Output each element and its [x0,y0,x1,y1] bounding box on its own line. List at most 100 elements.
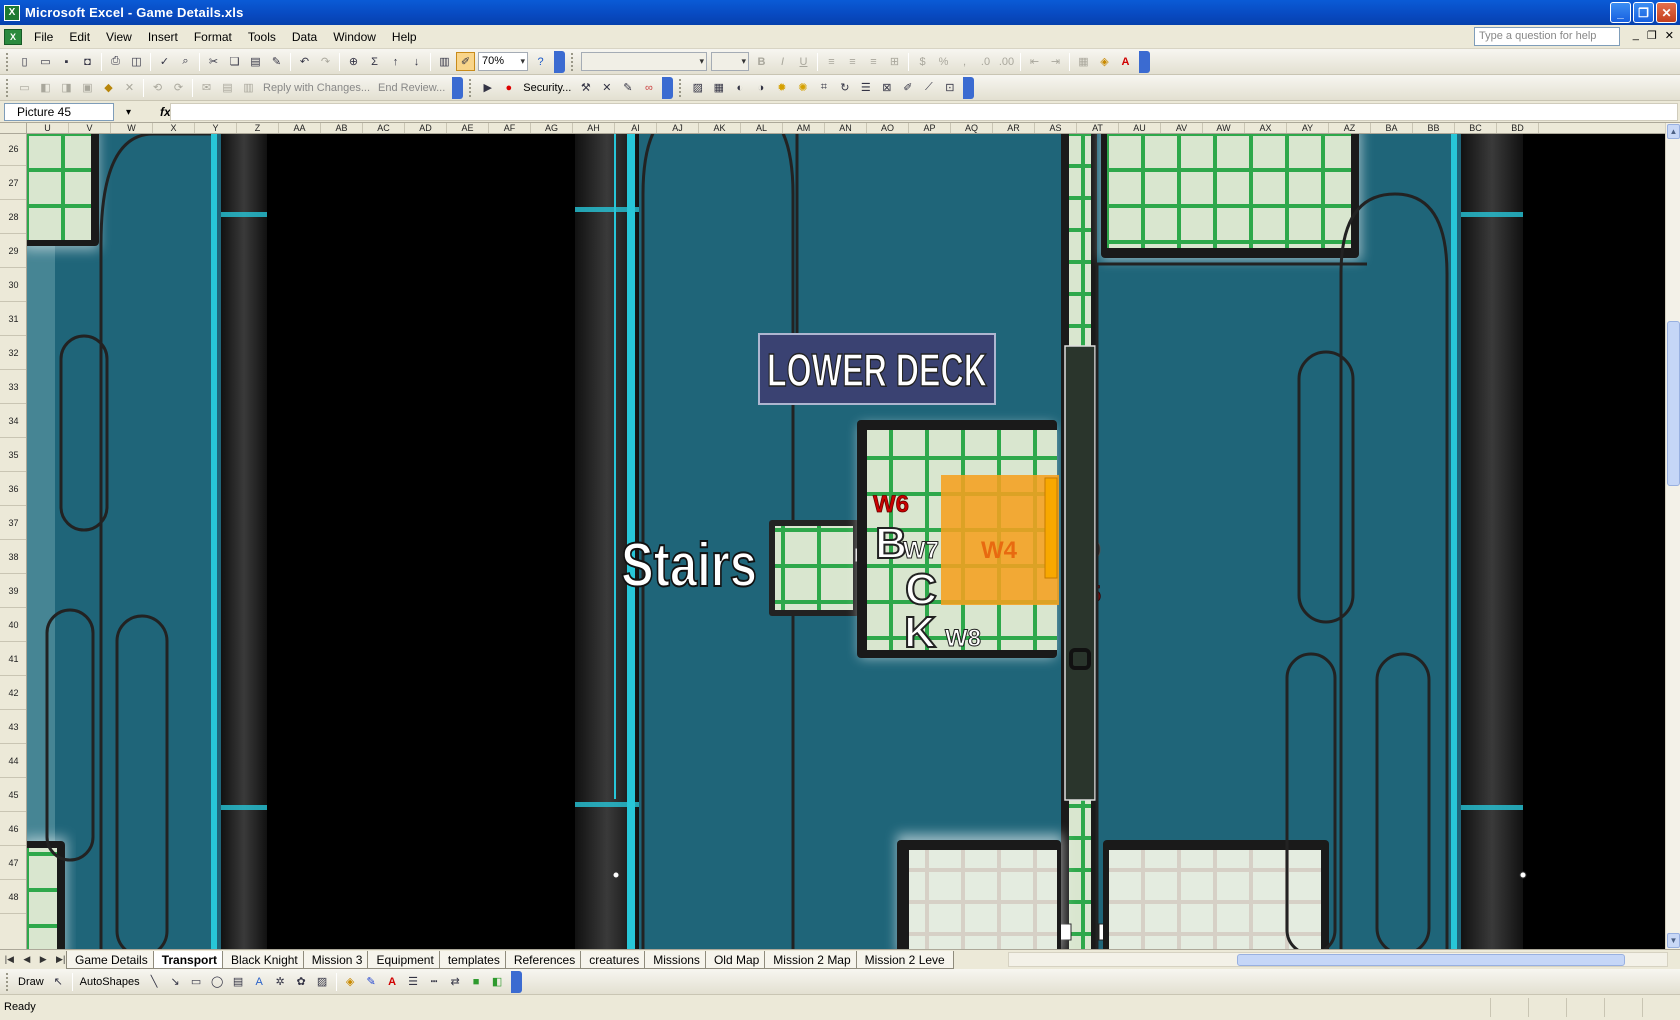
diagram-icon[interactable]: ✲ [271,972,290,991]
map-picture[interactable]: LOWER DECK Stairs B C K W6 W7 W4 W9 W5 W… [27,134,1665,949]
menu-window[interactable]: Window [325,27,384,47]
column-header[interactable]: AG [531,123,573,133]
sheet-tab-mission-3[interactable]: Mission 3 [302,950,372,969]
toolbar-grip[interactable] [6,52,10,71]
worksheet-grid[interactable]: LOWER DECK Stairs B C K W6 W7 W4 W9 W5 W… [27,134,1665,949]
toolbar-grip[interactable] [679,78,683,97]
toolbar-options-icon[interactable] [510,970,522,993]
new-comment-icon[interactable]: ▭ [15,78,34,97]
column-header[interactable]: AI [615,123,657,133]
print-icon[interactable]: ⎙ [106,52,125,71]
delete-comment-icon[interactable]: ✕ [120,78,139,97]
vb-editor-icon[interactable]: ⚒ [576,78,595,97]
column-header[interactable]: AS [1035,123,1077,133]
row-header[interactable]: 33 [0,370,26,404]
insert-picture-icon[interactable]: ▨ [688,78,707,97]
row-header[interactable]: 44 [0,744,26,778]
column-header[interactable]: AK [699,123,741,133]
new-icon[interactable]: ▯ [15,52,34,71]
more-brightness-icon[interactable]: ✹ [772,78,791,97]
hyperlink-icon[interactable]: ⊕ [344,52,363,71]
font-name-select[interactable] [581,52,707,71]
workbook-icon[interactable]: X [4,28,22,45]
track-changes-icon[interactable]: ⟲ [148,78,167,97]
column-header[interactable]: AQ [951,123,993,133]
script-editor-icon[interactable]: ∞ [639,78,658,97]
update-file-icon[interactable]: ⟳ [169,78,188,97]
select-all-corner[interactable] [0,123,27,133]
column-header[interactable]: Z [237,123,279,133]
restore-button[interactable]: ❐ [1633,2,1654,23]
column-header[interactable]: BC [1455,123,1497,133]
row-header[interactable]: 36 [0,472,26,506]
sheet-tab-transport[interactable]: Transport [152,950,227,969]
column-header[interactable]: AD [405,123,447,133]
column-header[interactable]: AZ [1329,123,1371,133]
help-search-input[interactable]: Type a question for help [1474,27,1620,46]
crop-icon[interactable]: ⌗ [814,78,833,97]
run-macro-icon[interactable]: ▶ [478,78,497,97]
toolbar-grip[interactable] [469,78,473,97]
last-sheet-icon[interactable]: ▶| [56,954,65,965]
zoom-select[interactable]: 70% [478,52,528,71]
row-header[interactable]: 40 [0,608,26,642]
save-icon[interactable]: ▪ [57,52,76,71]
format-painter-icon[interactable]: ✎ [267,52,286,71]
menu-insert[interactable]: Insert [140,27,186,47]
toolbar-grip[interactable] [6,972,10,991]
column-header[interactable]: V [69,123,111,133]
column-header[interactable]: AH [573,123,615,133]
column-header[interactable]: AF [489,123,531,133]
column-header[interactable]: AJ [657,123,699,133]
menu-view[interactable]: View [98,27,140,47]
column-header[interactable]: AB [321,123,363,133]
autosum-icon[interactable]: Σ [365,52,384,71]
paste-icon[interactable]: ▤ [246,52,265,71]
less-brightness-icon[interactable]: ✺ [793,78,812,97]
menu-format[interactable]: Format [186,27,240,47]
row-header[interactable]: 28 [0,200,26,234]
print-preview-icon[interactable]: ◫ [127,52,146,71]
text-box-icon[interactable]: ▤ [229,972,248,991]
column-header[interactable]: X [153,123,195,133]
dash-style-icon[interactable]: ┅ [425,972,444,991]
line-style-icon[interactable]: ☰ [856,78,875,97]
row-header[interactable]: 34 [0,404,26,438]
sheet-tab-missions[interactable]: Missions [644,950,709,969]
row-header[interactable]: 30 [0,268,26,302]
control-toolbox-icon[interactable]: ✕ [597,78,616,97]
fill-color-icon[interactable]: ◈ [341,972,360,991]
column-header[interactable]: AW [1203,123,1245,133]
research-icon[interactable]: ⌕ [176,52,195,71]
reviewers-icon[interactable]: ▤ [218,78,237,97]
decrease-decimal-icon[interactable]: .00 [997,52,1016,71]
column-header[interactable]: AC [363,123,405,133]
toolbar-grip[interactable] [6,78,10,97]
sheet-tab-creatures[interactable]: creatures [580,950,649,969]
font-color-icon[interactable]: A [1116,52,1135,71]
column-header[interactable]: AO [867,123,909,133]
column-header[interactable]: AR [993,123,1035,133]
minimize-button[interactable]: _ [1610,2,1631,23]
row-header[interactable]: 48 [0,880,26,914]
arrow-style-icon[interactable]: ⇄ [446,972,465,991]
column-header[interactable]: AU [1119,123,1161,133]
line-style-icon[interactable]: ☰ [404,972,423,991]
scroll-down-icon[interactable]: ▼ [1667,933,1680,948]
close-button[interactable]: ✕ [1656,2,1677,23]
menu-data[interactable]: Data [284,27,325,47]
reply-with-changes-button[interactable]: Reply with Changes... [263,82,370,94]
column-header[interactable]: AE [447,123,489,133]
doc-close-icon[interactable]: ✕ [1665,29,1674,42]
borders-icon[interactable]: ▦ [1074,52,1093,71]
column-header[interactable]: AX [1245,123,1287,133]
fill-color-icon[interactable]: ◈ [1095,52,1114,71]
name-box[interactable]: Picture 45 [4,102,131,121]
sheet-tab-equipment[interactable]: Equipment [367,950,443,969]
wordart-icon[interactable]: A [250,972,269,991]
column-header[interactable]: AA [279,123,321,133]
doc-minimize-icon[interactable]: _ [1633,29,1639,42]
sheet-tab-black-knight[interactable]: Black Knight [222,950,307,969]
row-header[interactable]: 42 [0,676,26,710]
send-icon[interactable]: ✉ [197,78,216,97]
